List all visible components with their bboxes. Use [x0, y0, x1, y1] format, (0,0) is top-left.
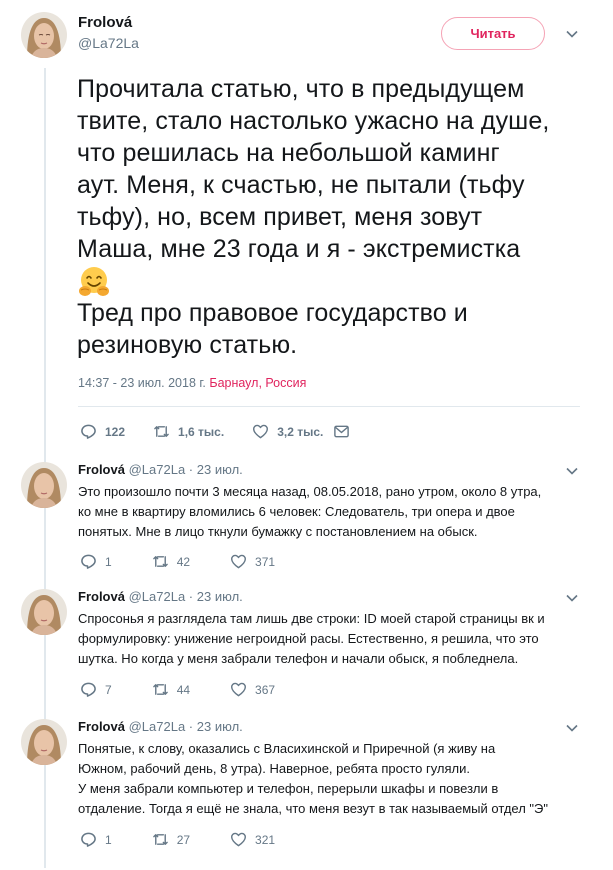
- author-name[interactable]: Frolová: [78, 719, 125, 734]
- retweet-button[interactable]: 44: [152, 681, 190, 698]
- tweet-text-line: отдаление. Тогда я ещё не знала, что мен…: [78, 801, 549, 816]
- like-button[interactable]: 371: [230, 553, 275, 570]
- tweet-text-line: У меня забрали компьютер и телефон, пере…: [78, 781, 499, 796]
- reply-header: Frolová @La72La · 23 июл.: [78, 719, 243, 734]
- separator-dot: ·: [188, 462, 194, 477]
- retweet-count: 27: [176, 832, 191, 847]
- reply-button[interactable]: 1: [80, 553, 112, 570]
- retweet-count: 44: [176, 682, 191, 697]
- reply-icon: [81, 682, 96, 697]
- tweet-text-line: тьфу), но, всем привет, меня зовут: [77, 203, 483, 231]
- follow-button[interactable]: Читать: [441, 17, 545, 50]
- separator-dot: ·: [188, 719, 194, 734]
- author-handle[interactable]: @La72La: [129, 462, 186, 477]
- retweet-button[interactable]: 27: [152, 831, 190, 848]
- tweet-actions: 122 1,6 тыс. 3,2 тыс.: [80, 423, 386, 440]
- reply-count: 122: [105, 424, 126, 439]
- tweet-text: Прочитала статью, что в предыдущем твите…: [77, 73, 597, 361]
- reply-icon: [81, 554, 96, 569]
- tweet-date[interactable]: 23 июл.: [197, 462, 243, 477]
- chevron-down-icon[interactable]: [565, 721, 579, 735]
- tweet-actions: 1 42 371: [80, 553, 315, 570]
- heart-icon: [231, 832, 247, 847]
- tweet-text-line: Южном, рабочий день, 8 утра). Наверное, …: [78, 761, 471, 776]
- chevron-down-icon[interactable]: [565, 591, 579, 605]
- tweet-meta: 14:37 - 23 июл. 2018 г. Барнаул, Россия: [78, 376, 306, 390]
- tweet-text-line: резиновую статью.: [77, 331, 298, 359]
- tweet-actions: 7 44 367: [80, 681, 315, 698]
- tweet-text: Это произошло почти 3 месяца назад, 08.0…: [78, 482, 588, 542]
- tweet-text-line: Тред про правовое государство и: [77, 299, 468, 327]
- tweet-text: Спросонья я разглядела там лишь две стро…: [78, 609, 588, 669]
- divider: [78, 406, 580, 407]
- avatar[interactable]: [21, 462, 67, 508]
- tweet-text-line: твите, стало настолько ужасно на душе,: [77, 107, 550, 135]
- chevron-down-icon[interactable]: [565, 27, 579, 41]
- like-count: 371: [255, 554, 276, 569]
- retweet-icon: [152, 684, 168, 695]
- tweet-text-line: Маша, мне 23 года и я - экстремистка: [77, 235, 521, 263]
- heart-icon: [231, 554, 247, 569]
- reply-icon: [81, 832, 96, 847]
- reply-tweet[interactable]: Frolová @La72La · 23 июл. Спросонья я ра…: [0, 589, 613, 709]
- author-handle[interactable]: @La72La: [78, 35, 139, 51]
- author-handle[interactable]: @La72La: [129, 719, 186, 734]
- author-name[interactable]: Frolová: [78, 462, 125, 477]
- tweet-date[interactable]: 23 июл.: [197, 719, 243, 734]
- tweet-text-line: Спросонья я разглядела там лишь две стро…: [78, 611, 545, 626]
- retweet-icon: [154, 426, 169, 437]
- retweet-icon: [152, 834, 168, 845]
- chevron-down-icon[interactable]: [565, 464, 579, 478]
- like-count: 321: [255, 832, 276, 847]
- reply-tweet[interactable]: Frolová @La72La · 23 июл. Понятые, к сло…: [0, 719, 613, 859]
- tweet-date[interactable]: 23 июл.: [197, 589, 243, 604]
- like-count: 3,2 тыс.: [277, 424, 324, 439]
- tweet-text-line: понятых. Мне в лицо ткнули бумажку с пос…: [78, 524, 478, 539]
- reply-header: Frolová @La72La · 23 июл.: [78, 589, 243, 604]
- author-name[interactable]: Frolová: [78, 589, 125, 604]
- like-button[interactable]: 321: [230, 831, 275, 848]
- emoji-line: [77, 265, 597, 297]
- envelope-icon: [334, 425, 350, 438]
- reply-button[interactable]: 7: [80, 681, 112, 698]
- retweet-button[interactable]: 1,6 тыс.: [153, 423, 224, 440]
- avatar[interactable]: [21, 719, 67, 765]
- heart-icon: [253, 424, 269, 439]
- tweet-timestamp[interactable]: 14:37 - 23 июл. 2018 г.: [78, 376, 206, 390]
- tweet-text-line: Прочитала статью, что в предыдущем: [77, 75, 525, 103]
- tweet-location[interactable]: Барнаул, Россия: [209, 376, 306, 390]
- tweet-text-line: что решилась на небольшой каминг: [77, 139, 500, 167]
- reply-button[interactable]: 1: [80, 831, 112, 848]
- author-handle[interactable]: @La72La: [129, 589, 186, 604]
- reply-header: Frolová @La72La · 23 июл.: [78, 462, 243, 477]
- direct-message-button[interactable]: [333, 423, 358, 440]
- reply-count: 1: [105, 832, 112, 847]
- retweet-count: 1,6 тыс.: [178, 424, 225, 439]
- separator-dot: ·: [188, 589, 194, 604]
- reply-button[interactable]: 122: [80, 423, 125, 440]
- tweet-text-line: Понятые, к слову, оказались с Власихинск…: [78, 741, 496, 756]
- reply-count: 1: [105, 554, 112, 569]
- reply-count: 7: [105, 682, 112, 697]
- tweet-text-line: шутка. Но когда у меня забрали телефон и…: [78, 651, 519, 666]
- avatar[interactable]: [21, 589, 67, 635]
- like-button[interactable]: 367: [230, 681, 275, 698]
- tweet-text-line: Это произошло почти 3 месяца назад, 08.0…: [78, 484, 542, 499]
- tweet-text-line: ко мне в квартиру вломились 6 человек: С…: [78, 504, 515, 519]
- tweet-text-line: аут. Меня, к счастью, не пытали (тьфу: [77, 171, 525, 199]
- retweet-icon: [152, 556, 168, 567]
- tweet-actions: 1 27 321: [80, 831, 315, 848]
- avatar[interactable]: [21, 12, 67, 58]
- reply-icon: [81, 424, 96, 439]
- author-name[interactable]: Frolová: [78, 14, 132, 31]
- heart-icon: [231, 682, 247, 697]
- reply-tweet[interactable]: Frolová @La72La · 23 июл. Это произошло …: [0, 462, 613, 582]
- like-button[interactable]: 3,2 тыс.: [252, 423, 323, 440]
- tweet-text-line: формулировку: унижение негроидной расы. …: [78, 631, 539, 646]
- retweet-button[interactable]: 42: [152, 553, 190, 570]
- retweet-count: 42: [176, 554, 191, 569]
- tweet-text: Понятые, к слову, оказались с Власихинск…: [78, 739, 588, 819]
- like-count: 367: [255, 682, 276, 697]
- hugging-face-emoji: [79, 267, 109, 296]
